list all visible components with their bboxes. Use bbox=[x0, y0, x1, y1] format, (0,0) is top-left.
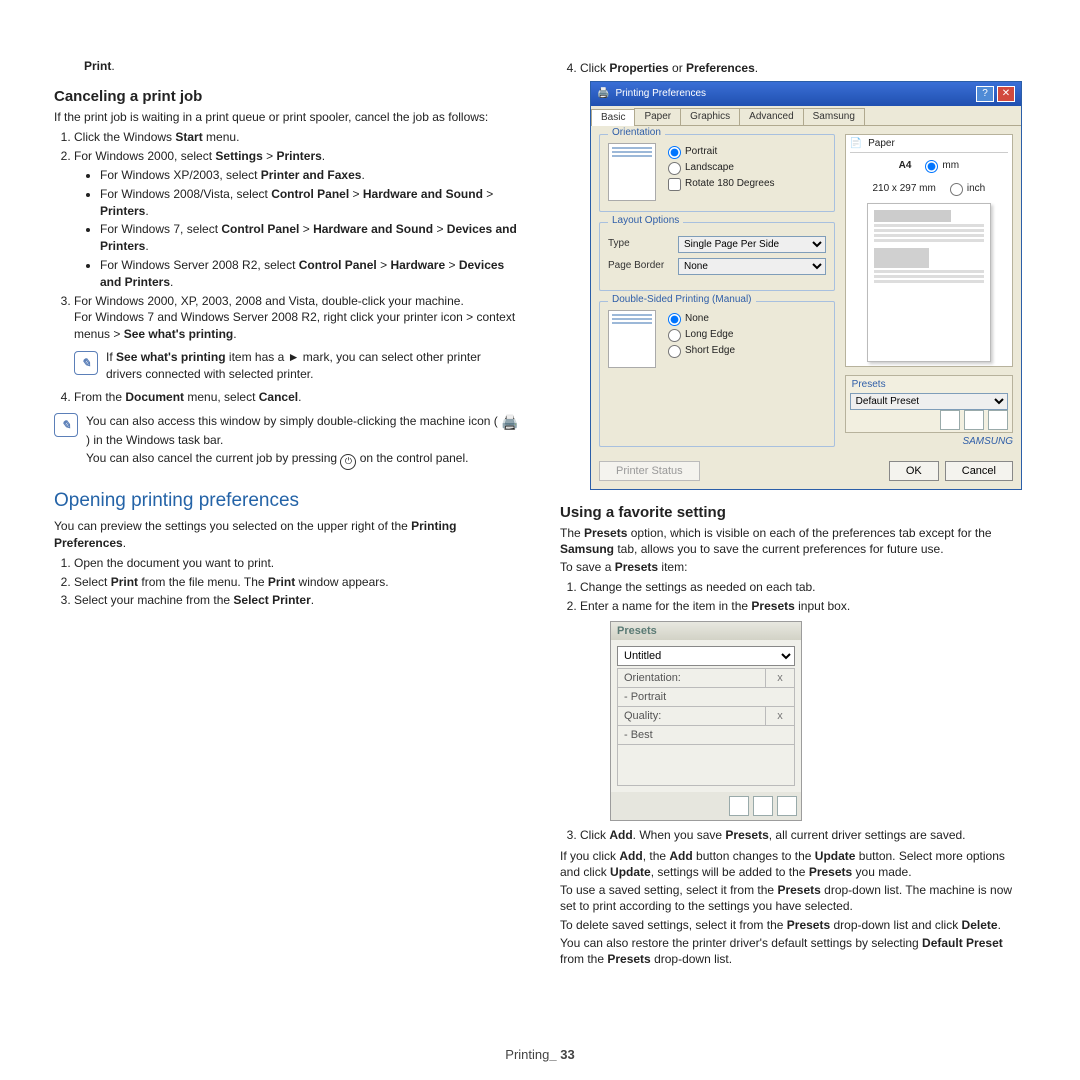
mini-action-icon[interactable] bbox=[777, 796, 797, 816]
mini-action-icon[interactable] bbox=[729, 796, 749, 816]
step: For Windows 2000, XP, 2003, 2008 and Vis… bbox=[74, 293, 520, 383]
preset-action-icon[interactable] bbox=[964, 410, 984, 430]
step: Select Print from the file menu. The Pri… bbox=[74, 574, 520, 591]
radio-short-edge[interactable]: Short Edge bbox=[668, 345, 735, 358]
heading-favorite: Using a favorite setting bbox=[560, 504, 1026, 521]
paper-preview: 📄Paper A4 mm 210 x 297 mm inch bbox=[845, 134, 1013, 367]
layout-group: Layout Options TypeSingle Page Per Side … bbox=[599, 222, 835, 291]
tab-basic[interactable]: Basic bbox=[591, 109, 635, 126]
open-intro: You can preview the settings you selecte… bbox=[54, 518, 520, 550]
step: Click Properties or Preferences. bbox=[580, 60, 1026, 77]
step: Open the document you want to print. bbox=[74, 555, 520, 572]
orientation-group: Orientation Portrait Landscape Rotate 18… bbox=[599, 134, 835, 212]
tab-graphics[interactable]: Graphics bbox=[680, 108, 740, 125]
step: From the Document menu, select Cancel. bbox=[74, 389, 520, 406]
radio-none[interactable]: None bbox=[668, 313, 735, 326]
remove-icon[interactable]: x bbox=[766, 668, 795, 687]
help-button[interactable]: ? bbox=[976, 86, 994, 102]
page-thumb-icon bbox=[608, 143, 656, 201]
radio-long-edge[interactable]: Long Edge bbox=[668, 329, 735, 342]
para: To delete saved settings, select it from… bbox=[560, 917, 1026, 933]
sheet-preview-icon bbox=[867, 203, 991, 362]
para: If you click Add, the Add button changes… bbox=[560, 848, 1026, 880]
step: Click the Windows Start menu. bbox=[74, 129, 520, 146]
para: You can also restore the printer driver'… bbox=[560, 935, 1026, 967]
radio-mm[interactable]: mm bbox=[925, 160, 959, 173]
preset-action-icon[interactable] bbox=[988, 410, 1008, 430]
mini-action-icon[interactable] bbox=[753, 796, 773, 816]
tab-samsung[interactable]: Samsung bbox=[803, 108, 865, 125]
radio-landscape[interactable]: Landscape bbox=[668, 162, 775, 175]
heading-cancel: Canceling a print job bbox=[54, 88, 520, 105]
step: Select your machine from the Select Prin… bbox=[74, 592, 520, 609]
printer-status-button[interactable]: Printer Status bbox=[599, 461, 700, 481]
preset-action-icon[interactable] bbox=[940, 410, 960, 430]
fav-intro: The Presets option, which is visible on … bbox=[560, 525, 1026, 557]
cancel-intro: If the print job is waiting in a print q… bbox=[54, 109, 520, 125]
note-icon: ✎ bbox=[54, 413, 78, 437]
heading-open-prefs: Opening printing preferences bbox=[54, 490, 520, 512]
step: Enter a name for the item in the Presets… bbox=[580, 598, 1026, 615]
page-footer: Printing_ 33 bbox=[0, 1047, 1080, 1062]
samsung-logo: SAMSUNG bbox=[845, 437, 1013, 447]
border-select[interactable]: None bbox=[678, 258, 826, 275]
dialog-title: Printing Preferences bbox=[615, 89, 706, 99]
preset-name-select[interactable]: Untitled bbox=[617, 646, 795, 666]
printing-preferences-dialog: 🖨️ Printing Preferences ? ✕ Basic Paper … bbox=[590, 81, 1022, 490]
paper-icon: 📄 bbox=[850, 139, 862, 149]
print-label: Print bbox=[84, 59, 111, 73]
fav-save: To save a Presets item: bbox=[560, 559, 1026, 575]
tab-advanced[interactable]: Advanced bbox=[739, 108, 803, 125]
tab-strip: Basic Paper Graphics Advanced Samsung bbox=[591, 108, 1021, 126]
cancel-button[interactable]: Cancel bbox=[945, 461, 1013, 481]
duplex-group: Double-Sided Printing (Manual) None Long… bbox=[599, 301, 835, 447]
printer-icon: 🖨️ bbox=[597, 89, 609, 99]
preset-select[interactable]: Default Preset bbox=[850, 393, 1008, 410]
type-select[interactable]: Single Page Per Side bbox=[678, 236, 826, 253]
stop-icon: ⏻ bbox=[340, 454, 356, 470]
para: To use a saved setting, select it from t… bbox=[560, 882, 1026, 914]
note-icon: ✎ bbox=[74, 351, 98, 375]
radio-inch[interactable]: inch bbox=[950, 183, 985, 196]
close-button[interactable]: ✕ bbox=[997, 86, 1015, 102]
presets-mini-panel: Presets Untitled Orientation:x - Portrai… bbox=[610, 621, 802, 821]
tab-paper[interactable]: Paper bbox=[634, 108, 681, 125]
remove-icon[interactable]: x bbox=[766, 706, 795, 725]
ok-button[interactable]: OK bbox=[889, 461, 939, 481]
step: Click Add. When you save Presets, all cu… bbox=[580, 827, 1026, 844]
checkbox-rotate[interactable]: Rotate 180 Degrees bbox=[668, 178, 775, 191]
printer-icon: 🖨️ bbox=[501, 413, 518, 432]
step: For Windows 2000, select Settings > Prin… bbox=[74, 148, 520, 290]
note-body: You can also access this window by simpl… bbox=[86, 411, 520, 472]
presets-panel: Presets Default Preset bbox=[845, 375, 1013, 433]
step: Change the settings as needed on each ta… bbox=[580, 579, 1026, 596]
radio-portrait[interactable]: Portrait bbox=[668, 146, 775, 159]
page-thumb-icon bbox=[608, 310, 656, 368]
